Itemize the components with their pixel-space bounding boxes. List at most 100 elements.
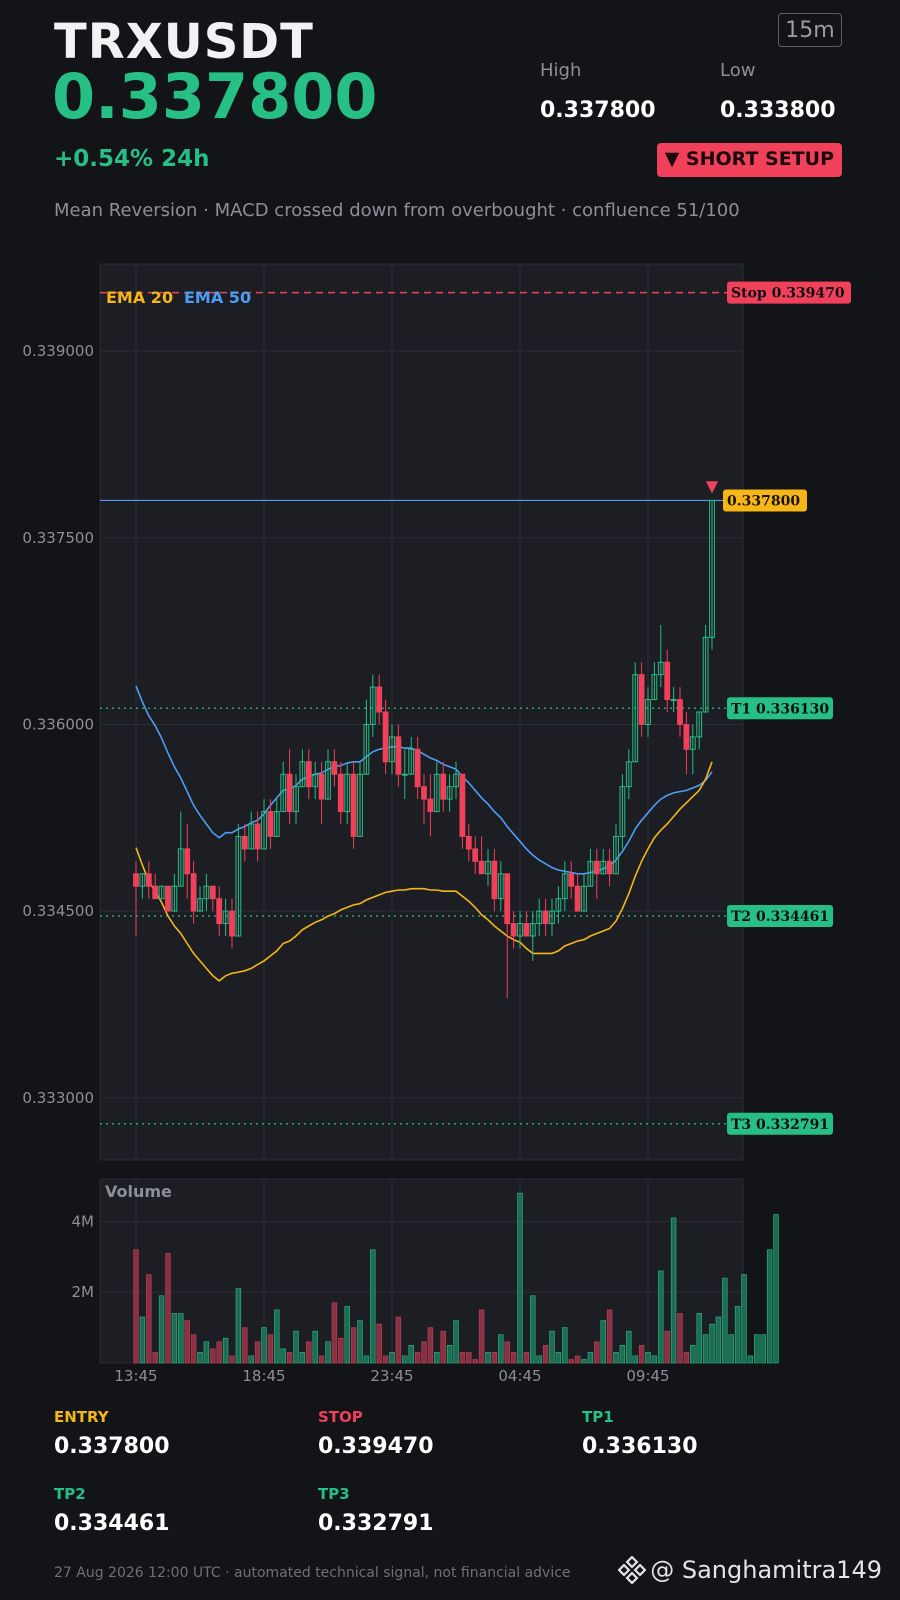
- level-tag-text: Stop 0.339470: [731, 286, 845, 302]
- volume-bar: [773, 1214, 779, 1364]
- volume-bar: [478, 1309, 485, 1364]
- volume-bar: [203, 1341, 210, 1364]
- level-tag-text: T1 0.336130: [731, 701, 829, 717]
- volume-bar: [235, 1288, 242, 1364]
- entry-value: 0.337800: [54, 1434, 170, 1459]
- short-setup-badge: ▼ SHORT SETUP: [656, 143, 842, 177]
- volume-bar: [306, 1341, 312, 1364]
- candle-body: [574, 885, 581, 912]
- legend-ema50: EMA 50: [184, 288, 251, 307]
- candle-body: [670, 699, 677, 702]
- tp1-block: TP1 0.336130: [582, 1408, 698, 1459]
- volume-bar: [530, 1295, 536, 1364]
- candle-body: [382, 711, 389, 763]
- candle-body: [401, 773, 408, 776]
- timeframe-button[interactable]: 15m: [778, 13, 842, 47]
- volume-bar: [402, 1355, 408, 1364]
- candle-body: [606, 860, 613, 875]
- candle-body: [414, 748, 421, 788]
- x-tick-label: 13:45: [114, 1367, 157, 1385]
- volume-bar: [606, 1309, 613, 1364]
- volume-bar: [152, 1352, 158, 1364]
- tp1-label: TP1: [582, 1408, 614, 1426]
- candle-body: [133, 873, 139, 887]
- volume-bar: [299, 1352, 306, 1364]
- volume-bar: [574, 1355, 581, 1364]
- volume-bar: [216, 1341, 222, 1364]
- volume-bar: [293, 1330, 299, 1364]
- volume-bar: [242, 1327, 248, 1364]
- volume-bar: [562, 1327, 568, 1364]
- volume-bar: [267, 1334, 274, 1364]
- brand-handle: @ Sanghamitra149: [650, 1556, 882, 1584]
- candle-body: [331, 761, 338, 775]
- volume-bar: [389, 1352, 395, 1364]
- signal-description: Mean Reversion · MACD crossed down from …: [54, 200, 740, 221]
- candle-body: [664, 661, 671, 701]
- tp1-value: 0.336130: [582, 1434, 698, 1459]
- volume-bar: [312, 1330, 318, 1364]
- volume-bar: [472, 1359, 478, 1364]
- x-tick-label: 04:45: [498, 1367, 541, 1385]
- volume-bar: [261, 1327, 267, 1364]
- volume-bar: [504, 1341, 510, 1364]
- last-price-tag-text: 0.337800: [727, 493, 800, 509]
- volume-bar: [370, 1249, 376, 1364]
- volume-y-tick-label: 4M: [72, 1212, 95, 1230]
- candle-body: [427, 798, 434, 813]
- volume-bar: [146, 1274, 152, 1364]
- volume-bar: [414, 1352, 421, 1364]
- volume-bar: [363, 1355, 370, 1364]
- tp2-block: TP2 0.334461: [54, 1485, 170, 1536]
- candle-body: [145, 873, 152, 887]
- candle-body: [510, 923, 517, 937]
- volume-bar: [766, 1249, 773, 1364]
- volume-bar: [728, 1334, 734, 1364]
- volume-y-tick-label: 2M: [72, 1283, 95, 1301]
- volume-bar: [197, 1352, 203, 1364]
- y-tick-label: 0.336000: [22, 715, 94, 733]
- volume-bar: [613, 1352, 619, 1364]
- entry-block: ENTRY 0.337800: [54, 1408, 170, 1459]
- volume-bar: [286, 1352, 293, 1364]
- volume-bar: [357, 1320, 363, 1364]
- candle-body: [568, 873, 575, 887]
- volume-bar: [158, 1295, 165, 1364]
- volume-bar: [619, 1345, 626, 1364]
- volume-bar: [165, 1253, 171, 1364]
- volume-bar: [645, 1352, 651, 1364]
- candle-body: [459, 773, 466, 837]
- volume-bar: [434, 1352, 440, 1364]
- volume-bar: [734, 1306, 741, 1364]
- volume-bar: [594, 1341, 600, 1364]
- volume-bar: [139, 1316, 146, 1364]
- volume-bar: [408, 1345, 414, 1364]
- volume-bar: [658, 1270, 664, 1364]
- volume-bar: [523, 1352, 530, 1364]
- volume-bar: [741, 1274, 747, 1364]
- candle-body: [421, 786, 427, 800]
- volume-bar: [459, 1352, 466, 1364]
- tp3-block: TP3 0.332791: [318, 1485, 434, 1536]
- volume-bar: [568, 1359, 574, 1364]
- candle-body: [318, 773, 325, 800]
- candle-body: [216, 898, 223, 925]
- volume-bar: [421, 1341, 427, 1364]
- volume-bar: [626, 1330, 632, 1364]
- candle-body: [491, 860, 498, 900]
- price-panel: [99, 263, 744, 1161]
- x-tick-label: 09:45: [626, 1367, 669, 1385]
- volume-bar: [376, 1323, 382, 1364]
- change-24h: +0.54% 24h: [54, 146, 210, 172]
- candle-body: [305, 761, 312, 788]
- volume-bar: [677, 1313, 683, 1364]
- y-tick-label: 0.339000: [22, 342, 94, 360]
- volume-bar: [491, 1352, 498, 1364]
- candle-body: [152, 885, 159, 900]
- volume-bar: [485, 1352, 491, 1364]
- candle-body: [190, 873, 197, 912]
- volume-bar: [382, 1355, 389, 1364]
- candle-body: [376, 686, 383, 713]
- x-tick-label: 18:45: [242, 1367, 285, 1385]
- brand[interactable]: @ Sanghamitra149: [618, 1556, 882, 1584]
